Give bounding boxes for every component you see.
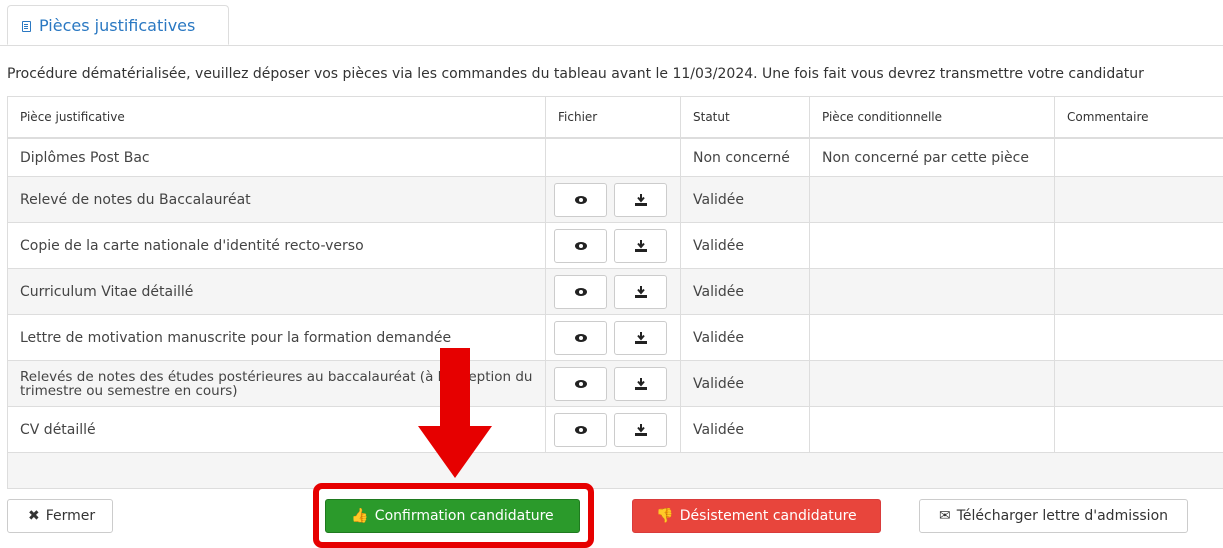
tab-label: Pièces justificatives (39, 16, 195, 35)
table-row: Relevés de notes des études postérieures… (8, 361, 1223, 407)
conditional-piece (810, 269, 1055, 315)
comment (1055, 269, 1223, 315)
download-file-button[interactable] (614, 367, 667, 401)
table-row: Diplômes Post Bac Non concerné Non conce… (8, 138, 1223, 177)
eye-icon (575, 196, 587, 204)
piece-name: Copie de la carte nationale d'identité r… (8, 223, 546, 269)
download-icon (634, 194, 648, 206)
status: Validée (681, 269, 810, 315)
status: Non concerné (681, 138, 810, 177)
comment (1055, 315, 1223, 361)
tab-pieces-justificatives[interactable]: Pièces justificatives (7, 5, 229, 45)
conditional-piece (810, 315, 1055, 361)
piece-name: Diplômes Post Bac (8, 138, 546, 177)
table-row: CV détaillé Validée (8, 407, 1223, 453)
comment (1055, 138, 1223, 177)
file-cell (546, 315, 681, 361)
empty-footer (8, 453, 1223, 489)
status: Validée (681, 407, 810, 453)
eye-icon (575, 380, 587, 388)
download-icon (634, 424, 648, 436)
file-cell (546, 223, 681, 269)
status: Validée (681, 361, 810, 407)
download-file-button[interactable] (614, 183, 667, 217)
download-icon (634, 240, 648, 252)
download-file-button[interactable] (614, 229, 667, 263)
eye-icon (575, 242, 587, 250)
view-file-button[interactable] (554, 275, 607, 309)
conditional-piece: Non concerné par cette pièce (810, 138, 1055, 177)
file-cell (546, 177, 681, 223)
eye-icon (575, 288, 587, 296)
conditional-piece (810, 361, 1055, 407)
close-icon: ✖ (28, 508, 40, 524)
table-row: Relevé de notes du Baccalauréat Validée (8, 177, 1223, 223)
view-file-button[interactable] (554, 413, 607, 447)
download-icon (634, 286, 648, 298)
annotation-highlight-box (313, 483, 594, 548)
eye-icon (575, 426, 587, 434)
table-row: Copie de la carte nationale d'identité r… (8, 223, 1223, 269)
annotation-arrow-icon (418, 348, 492, 478)
status: Validée (681, 315, 810, 361)
table-header-row: Pièce justificative Fichier Statut Pièce… (8, 97, 1223, 139)
comment (1055, 177, 1223, 223)
conditional-piece (810, 223, 1055, 269)
status: Validée (681, 177, 810, 223)
column-header-statut: Statut (681, 97, 810, 139)
column-header-piece: Pièce justificative (8, 97, 546, 139)
thumbs-down-icon: 👎 (656, 508, 673, 524)
download-file-button[interactable] (614, 413, 667, 447)
document-icon (22, 21, 31, 32)
close-label: Fermer (46, 508, 95, 524)
column-header-conditionnelle: Pièce conditionnelle (810, 97, 1055, 139)
comment (1055, 407, 1223, 453)
eye-icon (575, 334, 587, 342)
download-file-button[interactable] (614, 275, 667, 309)
withdraw-application-button[interactable]: 👎 Désistement candidature (632, 499, 881, 533)
download-letter-label: Télécharger lettre d'admission (957, 508, 1168, 524)
file-cell (546, 138, 681, 177)
download-icon (634, 378, 648, 390)
comment (1055, 361, 1223, 407)
file-cell (546, 361, 681, 407)
view-file-button[interactable] (554, 367, 607, 401)
documents-table: Pièce justificative Fichier Statut Pièce… (7, 96, 1223, 489)
table-row: Lettre de motivation manuscrite pour la … (8, 315, 1223, 361)
view-file-button[interactable] (554, 229, 607, 263)
column-header-fichier: Fichier (546, 97, 681, 139)
view-file-button[interactable] (554, 183, 607, 217)
column-header-commentaire: Commentaire (1055, 97, 1223, 139)
comment (1055, 223, 1223, 269)
deadline-notice: Procédure dématérialisée, veuillez dépos… (7, 66, 1144, 82)
conditional-piece (810, 177, 1055, 223)
download-icon (634, 332, 648, 344)
envelope-icon: ✉ (939, 508, 951, 524)
download-file-button[interactable] (614, 321, 667, 355)
file-cell (546, 269, 681, 315)
status: Validée (681, 223, 810, 269)
file-cell (546, 407, 681, 453)
tab-bar: Pièces justificatives (0, 0, 1223, 46)
piece-name: Relevé de notes du Baccalauréat (8, 177, 546, 223)
table-row: Curriculum Vitae détaillé Validée (8, 269, 1223, 315)
piece-name: Curriculum Vitae détaillé (8, 269, 546, 315)
table-footer-row (8, 453, 1223, 489)
conditional-piece (810, 407, 1055, 453)
withdraw-label: Désistement candidature (680, 508, 857, 524)
download-admission-letter-button[interactable]: ✉ Télécharger lettre d'admission (919, 499, 1188, 533)
close-button[interactable]: ✖ Fermer (7, 499, 113, 533)
view-file-button[interactable] (554, 321, 607, 355)
